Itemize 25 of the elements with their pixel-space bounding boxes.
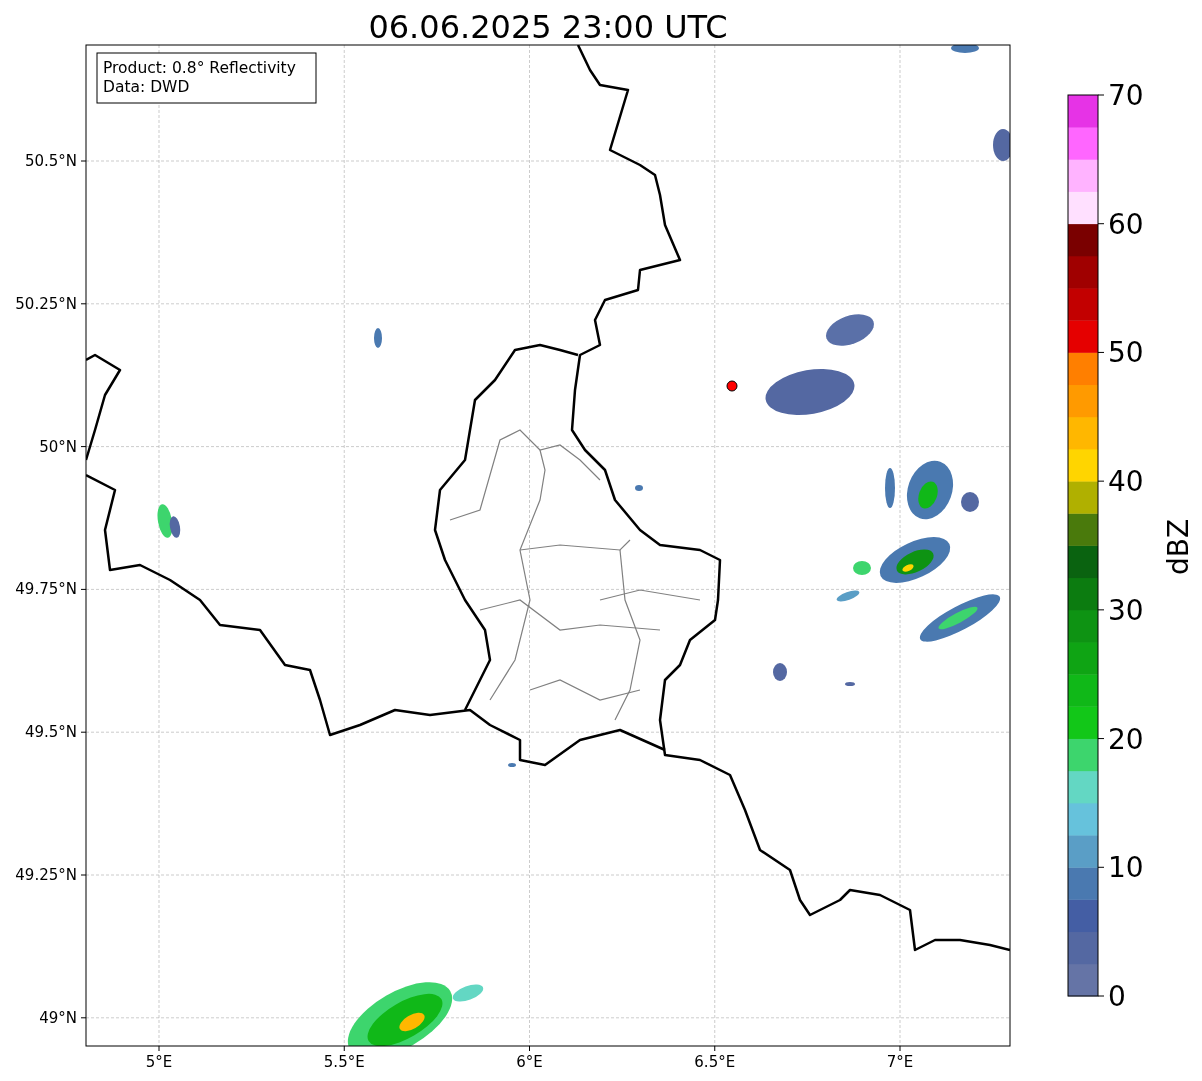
colorbar-tick-label: 20 <box>1108 722 1144 756</box>
latitude-label: 50°N <box>39 437 77 456</box>
latitude-label: 49.5°N <box>24 723 77 742</box>
latitude-label: 49°N <box>39 1008 77 1027</box>
legend-text: Product: 0.8° Reflectivity <box>103 59 296 77</box>
latitude-label: 50.5°N <box>24 152 77 170</box>
longitude-label: 6°E <box>516 1053 543 1071</box>
colorbar-tick-label: 10 <box>1108 851 1144 885</box>
colorbar-tick-label: 70 <box>1108 79 1144 112</box>
colorbar-tick-label: 0 <box>1108 980 1126 1013</box>
longitude-label: 5°E <box>145 1053 173 1071</box>
colorbar-tick-label: 40 <box>1108 465 1144 499</box>
latitude-label: 49.75°N <box>15 580 77 599</box>
latitude-label: 50.25°N <box>15 294 77 313</box>
longitude-label: 7°E <box>886 1053 914 1071</box>
radar-site-marker <box>726 380 738 392</box>
longitude-label: 6.5°E <box>694 1053 736 1071</box>
colorbar-tick-label: 50 <box>1108 336 1144 370</box>
latitude-label: 49.25°N <box>15 866 77 884</box>
colorbar-tick-label: 30 <box>1108 593 1144 627</box>
longitude-label: 5.5°E <box>323 1053 365 1071</box>
legend-text: Data: DWD <box>103 78 190 96</box>
colorbar-label: dBZ <box>1162 518 1195 576</box>
colorbar-tick-label: 60 <box>1108 207 1144 241</box>
chart-title: 06.06.2025 23:00 UTC <box>368 8 728 46</box>
